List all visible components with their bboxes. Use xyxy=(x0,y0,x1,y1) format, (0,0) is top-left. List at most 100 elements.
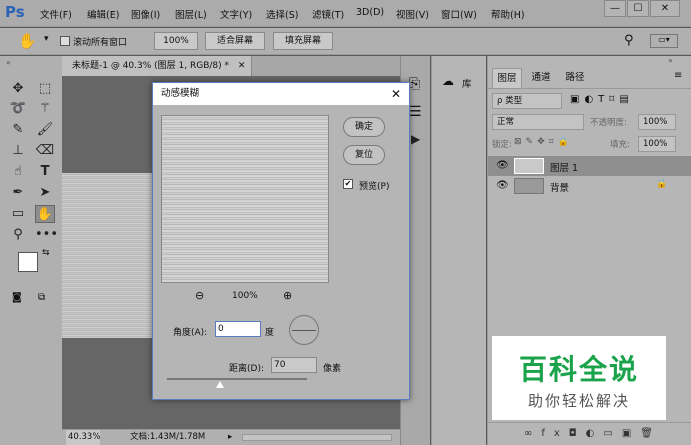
horizontal-scrollbar[interactable] xyxy=(242,434,392,441)
libraries-panel: ☁ 库 xyxy=(431,56,486,445)
menu-filter[interactable]: 滤镜(T) xyxy=(312,7,344,21)
quick-mask-icon[interactable]: ◙ xyxy=(12,292,22,303)
filter-preview[interactable] xyxy=(161,115,329,283)
brush-tool-icon[interactable]: 🖌 xyxy=(35,121,55,139)
fit-screen-button[interactable]: 适合屏幕 xyxy=(205,32,265,50)
collapse-arrows-icon[interactable]: « xyxy=(6,58,11,67)
eraser-tool-icon[interactable]: ⌫ xyxy=(35,142,55,160)
layer-row-1[interactable]: 👁 图层 1 xyxy=(488,156,691,176)
preview-zoom-level: 100% xyxy=(232,291,258,301)
distance-slider-thumb[interactable] xyxy=(215,381,224,388)
fill-screen-button[interactable]: 填充屏幕 xyxy=(273,32,333,50)
close-window-button[interactable]: ✕ xyxy=(650,0,680,17)
search-icon[interactable]: ⚲ xyxy=(624,33,634,48)
lock-icon: 🔒 xyxy=(656,179,668,189)
menu-window[interactable]: 窗口(W) xyxy=(441,7,477,21)
marquee-tool-icon[interactable]: ⬚ xyxy=(35,80,55,98)
move-tool-icon[interactable]: ✥ xyxy=(8,80,28,98)
zoom-out-icon[interactable]: ⊖ xyxy=(195,289,204,302)
zoom-tool-icon[interactable]: ⚲ xyxy=(8,226,28,244)
play-action-icon[interactable]: ▶ xyxy=(411,132,420,146)
layer-name[interactable]: 图层 1 xyxy=(550,160,578,174)
stamp-tool-icon[interactable]: ⊥ xyxy=(8,142,28,160)
layer-name[interactable]: 背景 xyxy=(550,180,569,194)
distance-label: 距离(D): xyxy=(229,364,264,374)
layer-action-icons[interactable]: ∞fx◘◐▭▣🗑 xyxy=(524,428,662,439)
libraries-icon[interactable]: ☁ xyxy=(442,74,454,88)
eyedropper-tool-icon[interactable]: ✎ xyxy=(8,121,28,139)
panel-collapse-icon[interactable]: » xyxy=(668,56,673,65)
hand-tool-icon[interactable]: ✋ xyxy=(18,32,37,50)
options-bar: ✋ ▾ 滚动所有窗口 100% 适合屏幕 填充屏幕 ⚲ ▭▾ xyxy=(0,28,691,55)
status-zoom[interactable]: 40.33% xyxy=(66,430,100,445)
menu-bar: Ps 文件(F) 编辑(E) 图像(I) 图层(L) 文字(Y) 选择(S) 滤… xyxy=(0,0,691,27)
angle-dial-needle xyxy=(292,330,316,331)
tool-preset-arrow-icon[interactable]: ▾ xyxy=(44,34,49,44)
opacity-label: 不透明度: xyxy=(590,118,627,128)
menu-help[interactable]: 帮助(H) xyxy=(491,7,525,21)
layer-row-2[interactable]: 👁 背景 🔒 xyxy=(488,176,691,196)
close-tab-icon[interactable]: ✕ xyxy=(238,61,246,71)
blend-mode-select[interactable]: 正常 xyxy=(492,114,584,130)
visibility-eye-icon[interactable]: 👁 xyxy=(496,160,509,171)
zoom-in-icon[interactable]: ⊕ xyxy=(283,289,292,302)
distance-unit: 像素 xyxy=(323,364,342,374)
photoshop-logo: Ps xyxy=(5,3,25,21)
menu-3d[interactable]: 3D(D) xyxy=(356,7,384,18)
menu-select[interactable]: 选择(S) xyxy=(266,7,298,21)
menu-image[interactable]: 图像(I) xyxy=(131,7,160,21)
swap-colors-icon[interactable]: ⇆ xyxy=(42,248,50,258)
angle-dial[interactable] xyxy=(289,315,319,345)
layer-thumbnail xyxy=(514,158,544,174)
pen-tool-icon[interactable]: ✒ xyxy=(8,184,28,202)
lasso-tool-icon[interactable]: ➰ xyxy=(8,100,28,118)
distance-input[interactable]: 70 xyxy=(271,357,317,373)
zoom-100-button[interactable]: 100% xyxy=(154,32,198,50)
smudge-tool-icon[interactable]: ☝ xyxy=(8,163,28,181)
path-select-tool-icon[interactable]: ➤ xyxy=(35,184,55,202)
layer-thumbnail xyxy=(514,178,544,194)
dialog-title-text: 动感模糊 xyxy=(161,88,200,99)
visibility-eye-icon[interactable]: 👁 xyxy=(496,180,509,191)
hand-tool-active-icon[interactable]: ✋ xyxy=(35,205,55,223)
scroll-all-label: 滚动所有窗口 xyxy=(73,38,128,48)
minimize-button[interactable]: — xyxy=(604,0,626,17)
ok-button[interactable]: 确定 xyxy=(343,117,385,137)
menu-file[interactable]: 文件(F) xyxy=(40,7,72,21)
menu-type[interactable]: 文字(Y) xyxy=(220,7,252,21)
preview-label[interactable]: 预览(P) xyxy=(359,179,389,192)
menu-view[interactable]: 视图(V) xyxy=(396,7,429,21)
filter-icons[interactable]: ▣◐T⌑▤ xyxy=(570,94,634,105)
reset-button[interactable]: 复位 xyxy=(343,145,385,165)
properties-panel-icon[interactable]: ☰ xyxy=(409,104,422,120)
status-menu-arrow-icon[interactable]: ▸ xyxy=(228,430,232,445)
preview-checkbox[interactable]: ✔ xyxy=(343,179,353,189)
document-tab[interactable]: 未标题-1 @ 40.3% (图层 1, RGB/8) * ✕ xyxy=(62,56,252,76)
tab-layers[interactable]: 图层 xyxy=(492,68,522,88)
tab-channels[interactable]: 通道 xyxy=(526,68,556,88)
status-bar: 40.33% 文档:1.43M/1.78M ▸ xyxy=(62,429,400,445)
libraries-label[interactable]: 库 xyxy=(462,76,472,90)
workspace-switcher-icon[interactable]: ▭▾ xyxy=(650,34,678,48)
rectangle-tool-icon[interactable]: ▭ xyxy=(8,205,28,223)
tab-paths[interactable]: 路径 xyxy=(560,68,590,88)
maximize-button[interactable]: ☐ xyxy=(627,0,649,17)
history-panel-icon[interactable]: ⎘ xyxy=(409,76,420,92)
distance-slider-track[interactable] xyxy=(167,378,307,380)
scroll-all-checkbox[interactable] xyxy=(60,36,70,46)
lock-icons[interactable]: ⊠✎✥⌗🔒 xyxy=(514,137,573,147)
more-tools-icon[interactable]: ••• xyxy=(35,226,58,244)
menu-layer[interactable]: 图层(L) xyxy=(175,7,207,21)
foreground-color-swatch[interactable] xyxy=(18,252,38,272)
panel-menu-icon[interactable]: ≡ xyxy=(674,70,682,81)
watermark: 百科全说 助你轻松解决 xyxy=(492,336,666,420)
magic-wand-tool-icon[interactable]: ⚚ xyxy=(35,100,55,118)
close-icon[interactable]: ✕ xyxy=(391,83,401,105)
opacity-field[interactable]: 100% xyxy=(638,114,676,130)
type-tool-icon[interactable]: T xyxy=(35,163,55,181)
angle-input[interactable]: 0 xyxy=(215,321,261,337)
fill-field[interactable]: 100% xyxy=(638,136,676,152)
screen-mode-icon[interactable]: ⧉ xyxy=(38,292,45,303)
layer-filter-select[interactable]: ρ 类型 xyxy=(492,93,562,109)
menu-edit[interactable]: 编辑(E) xyxy=(87,7,119,21)
